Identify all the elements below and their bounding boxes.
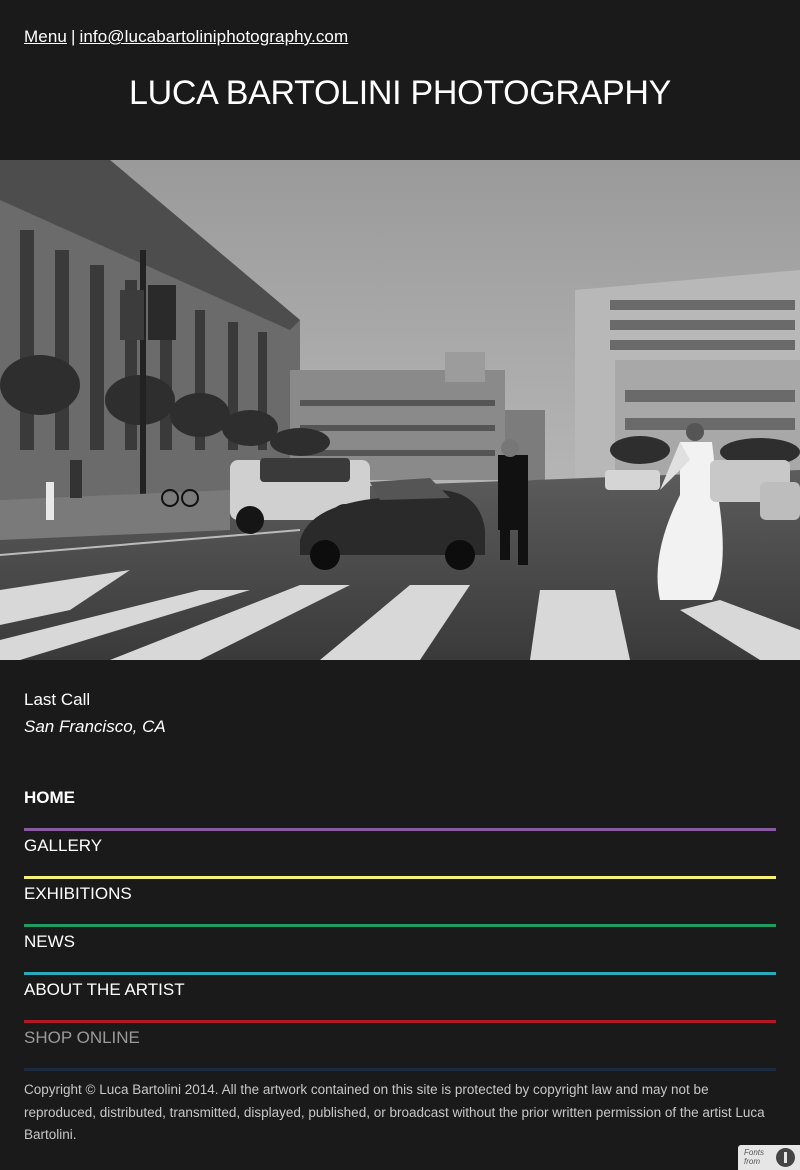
menu-link[interactable]: Menu (24, 27, 67, 46)
photo-caption: Last Call San Francisco, CA (24, 686, 166, 740)
nav-item-gallery[interactable]: GALLERY (24, 831, 776, 879)
nav-item-label: GALLERY (24, 836, 103, 855)
fonts-badge-text: Fonts from (744, 1148, 765, 1166)
copyright-notice: Copyright © Luca Bartolini 2014. All the… (24, 1082, 765, 1142)
header-separator: | (70, 27, 76, 46)
nav-item-label: HOME (24, 788, 75, 807)
nav-item-label: NEWS (24, 932, 75, 951)
fonts-provider-logo-icon (776, 1148, 795, 1167)
email-link[interactable]: info@lucabartoliniphotography.com (79, 27, 348, 46)
photo-title: Last Call (24, 690, 91, 709)
photo-location: San Francisco, CA (24, 717, 166, 736)
nav-item-about-the-artist[interactable]: ABOUT THE ARTIST (24, 975, 776, 1023)
nav-item-news[interactable]: NEWS (24, 927, 776, 975)
site-title[interactable]: LUCA BARTOLINI PHOTOGRAPHY (0, 74, 800, 113)
nav-item-label: SHOP ONLINE (24, 1028, 140, 1047)
hero-photo[interactable] (0, 160, 800, 660)
nav-item-home[interactable]: HOME (24, 783, 776, 831)
main-nav: HOME GALLERY EXHIBITIONS NEWS ABOUT THE … (24, 783, 776, 1071)
header-links: Menu | info@lucabartoliniphotography.com (24, 27, 348, 47)
nav-item-label: ABOUT THE ARTIST (24, 980, 185, 999)
nav-item-exhibitions[interactable]: EXHIBITIONS (24, 879, 776, 927)
nav-item-shop-online[interactable]: SHOP ONLINE (24, 1023, 776, 1071)
fonts-badge[interactable]: Fonts from (738, 1145, 800, 1170)
nav-item-label: EXHIBITIONS (24, 884, 132, 903)
